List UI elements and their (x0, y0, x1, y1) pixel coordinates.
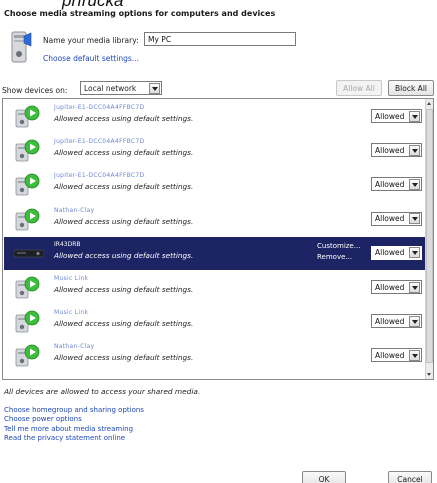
device-action-link[interactable]: Remove... (317, 252, 360, 263)
device-access-dropdown[interactable]: Allowed (371, 109, 422, 123)
device-list[interactable]: Jupiter-E1-DCC04A4FFBC7D Allowed access u… (2, 98, 434, 380)
device-access-dropdown[interactable]: Allowed (371, 348, 422, 363)
device-access-dropdown[interactable]: Allowed (371, 177, 422, 192)
device-status: Allowed access using default settings. (54, 216, 194, 226)
device-name: Music Link (54, 275, 89, 282)
page-title: Choose media streaming options for compu… (4, 9, 276, 18)
device-status: Allowed access using default settings. (54, 285, 194, 294)
show-devices-dropdown[interactable]: Local network (80, 81, 162, 95)
homegroup-sharing-link[interactable]: Choose homegroup and sharing options (4, 406, 144, 415)
media-player-device-icon (15, 173, 40, 196)
show-devices-label: Show devices on: (2, 86, 68, 95)
chevron-down-icon (409, 247, 420, 259)
scroll-thumb[interactable] (426, 109, 433, 363)
device-name: Jupiter-E1-DCC04A4FFBC7D (54, 104, 145, 111)
av-receiver-icon (14, 249, 44, 258)
chevron-down-icon (409, 110, 420, 122)
device-access-dropdown[interactable]: Allowed (371, 245, 422, 260)
summary-text: All devices are allowed to access your s… (4, 387, 201, 396)
device-name: Jupiter-E1-DCC04A4FFBC7D (54, 172, 145, 180)
device-row[interactable]: Nathan-Clay Allowed access using default … (4, 203, 426, 236)
library-name-label: Name your media library: (43, 36, 139, 45)
device-status: Allowed access using default settings. (54, 182, 194, 192)
chevron-down-icon (409, 349, 420, 361)
media-player-device-icon (15, 139, 40, 162)
device-access-value: Allowed (375, 248, 405, 258)
library-name-input[interactable] (144, 32, 296, 46)
device-access-value: Allowed (375, 179, 405, 189)
scroll-up-arrow-icon[interactable] (426, 99, 433, 107)
chevron-down-icon (149, 83, 160, 94)
device-access-dropdown[interactable]: Allowed (371, 314, 422, 329)
media-player-device-icon (15, 344, 40, 367)
device-status: Allowed access using default settings. (54, 250, 194, 260)
device-access-dropdown[interactable]: Allowed (371, 211, 422, 226)
device-name: Jupiter-E1-DCC04A4FFBC7D (54, 138, 145, 146)
device-row[interactable]: Jupiter-E1-DCC04A4FFBC7D Allowed access u… (4, 134, 426, 167)
device-access-value: Allowed (375, 350, 405, 360)
device-access-value: Allowed (375, 214, 405, 224)
default-settings-link[interactable]: Choose default settings... (43, 54, 139, 63)
device-name: IR43DRB (54, 240, 81, 248)
device-actions: Customize... Remove... (317, 241, 360, 263)
device-name: Nathan-Clay (54, 206, 95, 214)
device-row[interactable]: Jupiter-E1-DCC04A4FFBC7D Allowed access u… (4, 100, 426, 133)
media-library-icon (11, 31, 32, 63)
device-list-scrollbar[interactable] (425, 99, 433, 379)
media-streaming-help-link[interactable]: Tell me more about media streaming (4, 425, 144, 434)
media-player-device-icon (15, 310, 40, 333)
scroll-down-arrow-icon[interactable] (426, 371, 433, 379)
cancel-button[interactable]: Cancel (388, 471, 432, 483)
chevron-down-icon (409, 178, 420, 190)
chevron-down-icon (409, 144, 420, 156)
device-status: Allowed access using default settings. (54, 148, 194, 158)
footer-links: Choose homegroup and sharing options Cho… (4, 406, 144, 443)
device-row[interactable]: Music Link Allowed access using default s… (4, 271, 426, 304)
device-access-value: Allowed (375, 316, 405, 326)
device-status: Allowed access using default settings. (54, 319, 194, 329)
media-player-device-icon (15, 276, 40, 299)
device-row[interactable]: Jupiter-E1-DCC04A4FFBC7D Allowed access u… (4, 168, 426, 201)
device-name: Music Link (54, 309, 89, 317)
ok-button[interactable]: OK (302, 471, 346, 483)
device-row[interactable]: Music Link Allowed access using default s… (4, 305, 426, 338)
device-access-value: Allowed (375, 111, 405, 121)
block-all-button[interactable]: Block All (388, 80, 434, 96)
device-access-value: Allowed (375, 282, 405, 292)
device-row[interactable]: IR43DRB Allowed access using default sett… (4, 236, 426, 270)
device-name: Nathan-Clay (54, 343, 95, 351)
device-access-dropdown[interactable]: Allowed (371, 280, 422, 294)
show-devices-value: Local network (84, 83, 137, 93)
chevron-down-icon (409, 213, 420, 225)
device-status: Allowed access using default settings. (54, 353, 194, 363)
chevron-down-icon (409, 315, 420, 327)
device-row[interactable]: Nathan-Clay Allowed access using default … (4, 339, 426, 372)
allow-all-button[interactable]: Allow All (336, 80, 382, 96)
device-status: Allowed access using default settings. (54, 114, 194, 123)
media-player-device-icon (15, 105, 40, 128)
device-access-dropdown[interactable]: Allowed (371, 143, 422, 158)
device-access-value: Allowed (375, 145, 405, 155)
power-options-link[interactable]: Choose power options (4, 415, 144, 424)
device-action-link[interactable]: Customize... (317, 241, 360, 252)
chevron-down-icon (409, 281, 420, 293)
media-player-device-icon (15, 208, 40, 230)
privacy-statement-link[interactable]: Read the privacy statement online (4, 434, 144, 443)
